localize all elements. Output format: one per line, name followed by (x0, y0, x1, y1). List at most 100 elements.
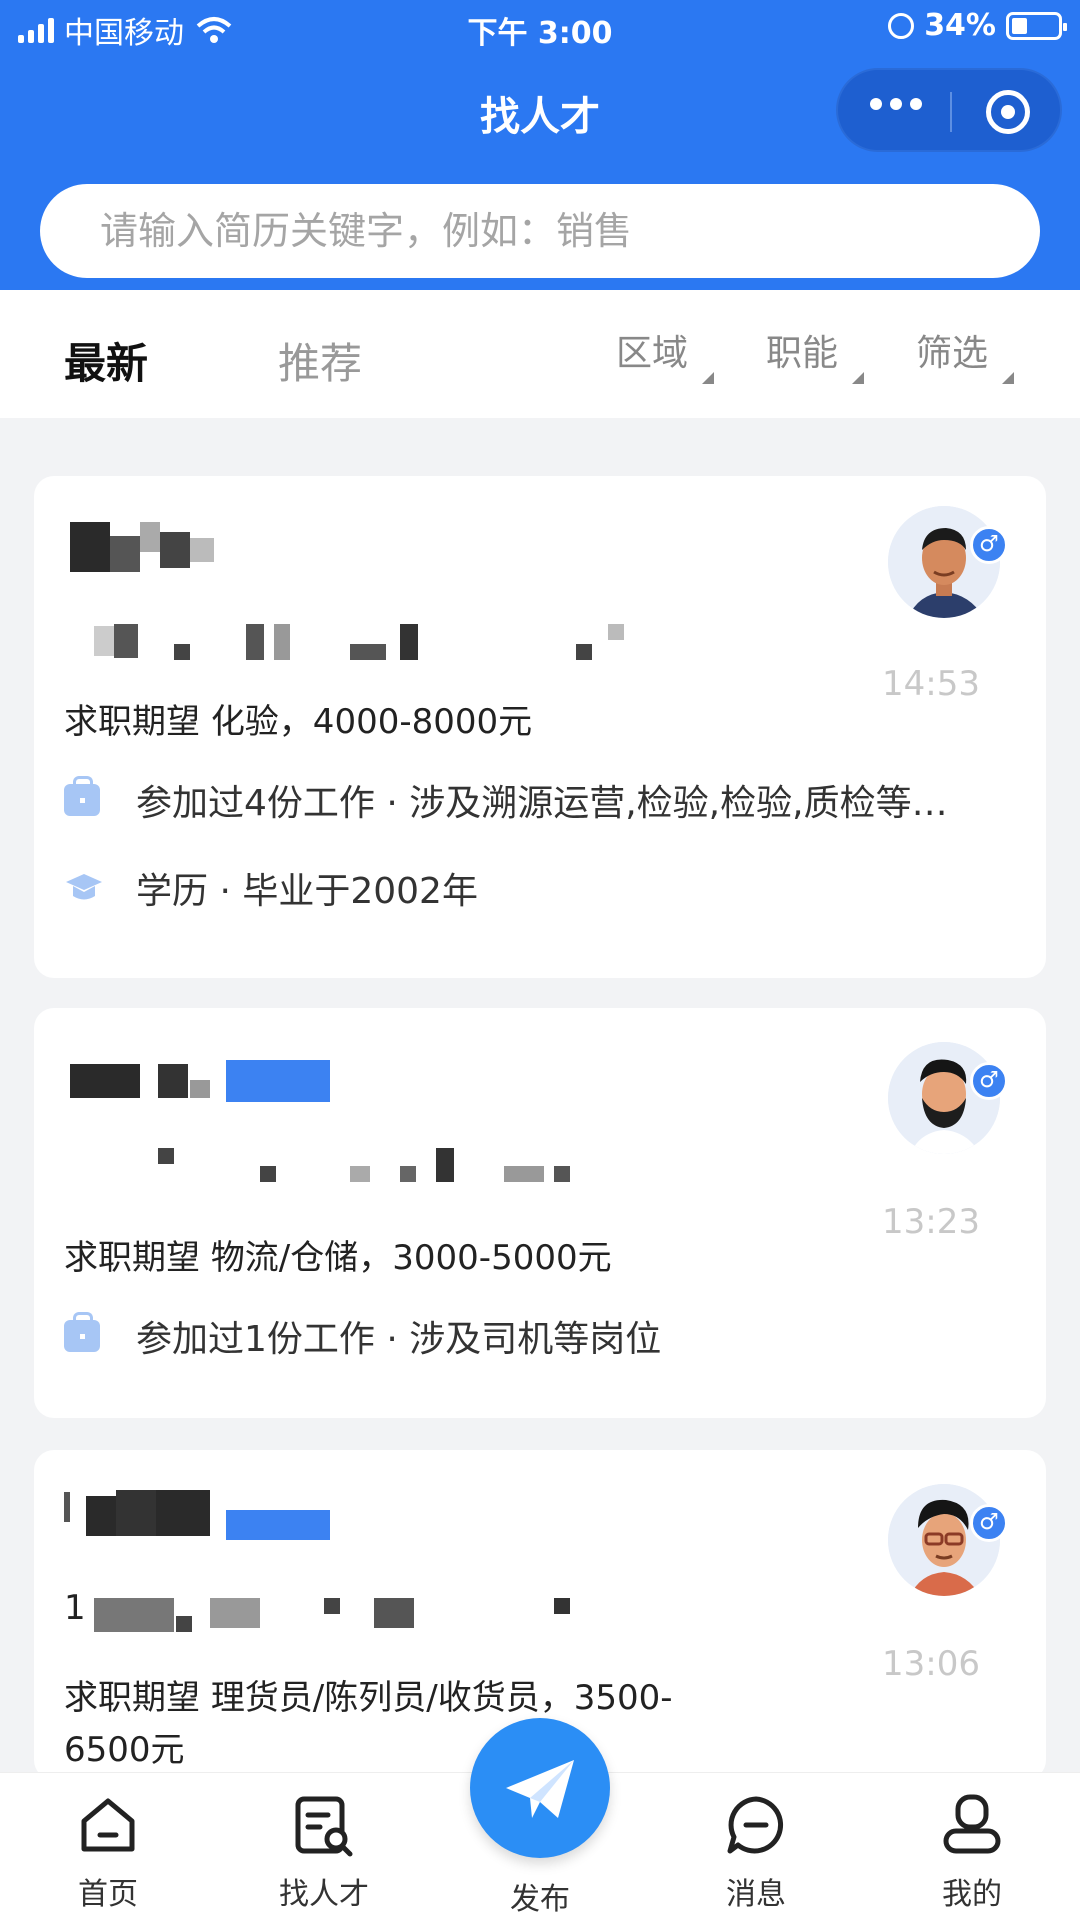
education-row: 学历 · 毕业于2002年 (64, 862, 478, 914)
filter-function-label: 职能 (766, 333, 839, 374)
work-experience-row: 参加过1份工作 · 涉及司机等岗位 (64, 1310, 661, 1362)
dropdown-triangle-icon (852, 372, 865, 384)
blurred-info (94, 626, 114, 656)
job-expectation: 求职期望 理货员/陈列员/收货员，3500- (64, 1670, 673, 1719)
male-icon: ♂ (970, 526, 1008, 564)
paper-plane-icon (506, 1760, 574, 1818)
blurred-info (174, 644, 190, 660)
blurred-info (246, 624, 264, 660)
dropdown-triangle-icon (1002, 372, 1015, 384)
tab-publish-label: 发布 (510, 1882, 570, 1917)
tab-latest[interactable]: 最新 (64, 330, 148, 391)
male-icon: ♂ (970, 1504, 1008, 1542)
tab-filter-bar: 最新 推荐 区域 职能 筛选 (0, 290, 1080, 418)
blurred-name (160, 532, 190, 568)
blurred-name (190, 538, 214, 562)
job-expectation-value: 物流/仓储，3000-5000元 (210, 1238, 612, 1278)
find-talent-icon (295, 1796, 353, 1857)
search-area (0, 166, 1080, 290)
blurred-info (576, 644, 592, 660)
blurred-name (116, 1490, 156, 1536)
blurred-info (554, 1598, 570, 1614)
blurred-info (400, 624, 418, 660)
filter-screen[interactable]: 筛选 (916, 324, 1015, 384)
job-expectation: 求职期望 物流/仓储，3000-5000元 (64, 1230, 612, 1279)
battery-percent: 34% (924, 8, 996, 43)
filter-area-label: 区域 (616, 333, 689, 374)
briefcase-icon (64, 776, 100, 816)
search-box[interactable] (40, 184, 1040, 278)
miniprogram-capsule (836, 68, 1062, 152)
message-icon (727, 1796, 784, 1854)
blurred-info (374, 1598, 414, 1628)
blurred-info (94, 1598, 174, 1632)
work-experience-text: 参加过1份工作 · 涉及司机等岗位 (136, 1319, 662, 1360)
blurred-info (436, 1148, 454, 1182)
home-icon (81, 1798, 135, 1852)
tab-messages[interactable]: 消息 (676, 1793, 836, 1913)
tab-find-talent-label: 找人才 (279, 1877, 369, 1912)
blurred-info (504, 1166, 544, 1182)
tab-recommend[interactable]: 推荐 (278, 330, 362, 391)
tab-mine[interactable]: 我的 (892, 1793, 1052, 1913)
blurred-info (176, 1616, 192, 1632)
work-experience-row: 参加过4份工作 · 涉及溯源运营,检验,检验,质检等… (64, 774, 948, 826)
blurred-name (64, 1492, 70, 1522)
update-time: 14:53 (882, 664, 980, 704)
blurred-name (70, 1064, 140, 1098)
blurred-tag (226, 1060, 330, 1102)
blurred-name (110, 536, 140, 572)
status-bar: 中国移动 下午 3:00 34% (0, 0, 1080, 56)
blurred-info (400, 1166, 416, 1182)
blurred-name (190, 1080, 210, 1098)
search-input[interactable] (40, 184, 1040, 278)
briefcase-icon (64, 1312, 100, 1352)
blurred-name (86, 1496, 116, 1536)
tab-messages-label: 消息 (726, 1877, 786, 1912)
job-expectation-value: 化验，4000-8000元 (210, 702, 533, 742)
blurred-info (554, 1166, 570, 1182)
education-text: 学历 · 毕业于2002年 (136, 871, 478, 912)
update-time: 13:06 (882, 1644, 980, 1684)
job-expectation-prefix: 求职期望 (64, 702, 200, 742)
tab-home[interactable]: 首页 (28, 1793, 188, 1913)
work-experience-text: 参加过4份工作 · 涉及溯源运营,检验,检验,质检等… (136, 783, 948, 824)
battery-icon (1006, 11, 1067, 40)
male-icon: ♂ (970, 1062, 1008, 1100)
blurred-info (324, 1598, 340, 1614)
capsule-divider (950, 92, 952, 132)
update-time: 13:23 (882, 1202, 980, 1242)
tab-find-talent[interactable]: 找人才 (244, 1793, 404, 1913)
blurred-tag (226, 1510, 330, 1540)
tab-mine-label: 我的 (942, 1877, 1002, 1912)
resume-card[interactable]: ♂ 14:53 求职期望 化验，4000-8000元 参加过4份工作 · 涉及溯… (34, 476, 1046, 978)
blurred-info (608, 624, 624, 640)
close-miniprogram-icon[interactable] (986, 90, 1030, 134)
rotation-lock-icon (888, 12, 915, 39)
blurred-name (140, 522, 160, 552)
user-icon (943, 1794, 1001, 1854)
graduation-cap-icon (66, 874, 102, 900)
dropdown-triangle-icon (702, 372, 715, 384)
job-expectation: 求职期望 化验，4000-8000元 (64, 694, 532, 743)
blurred-name (156, 1490, 210, 1536)
blurred-info-char: 1 (64, 1588, 86, 1628)
blurred-info (260, 1166, 276, 1182)
blurred-info (158, 1148, 174, 1164)
blurred-info (210, 1598, 260, 1628)
job-expectation-prefix: 求职期望 (64, 1238, 200, 1278)
blurred-info (350, 1166, 370, 1182)
job-expectation-prefix: 求职期望 (64, 1678, 200, 1718)
filter-area[interactable]: 区域 (616, 324, 715, 384)
blurred-name (70, 522, 110, 572)
filter-function[interactable]: 职能 (766, 324, 865, 384)
status-right: 34% (888, 8, 1067, 43)
blurred-info (274, 624, 290, 660)
tab-home-label: 首页 (78, 1877, 138, 1912)
job-expectation-value: 理货员/陈列员/收货员，3500- (210, 1678, 673, 1718)
resume-card[interactable]: ♂ 13:23 求职期望 物流/仓储，3000-5000元 参加过1份工作 · … (34, 1008, 1046, 1418)
filter-screen-label: 筛选 (916, 333, 989, 374)
navbar: 找人才 (0, 56, 1080, 166)
more-icon[interactable] (870, 98, 922, 110)
publish-button[interactable] (470, 1718, 610, 1858)
